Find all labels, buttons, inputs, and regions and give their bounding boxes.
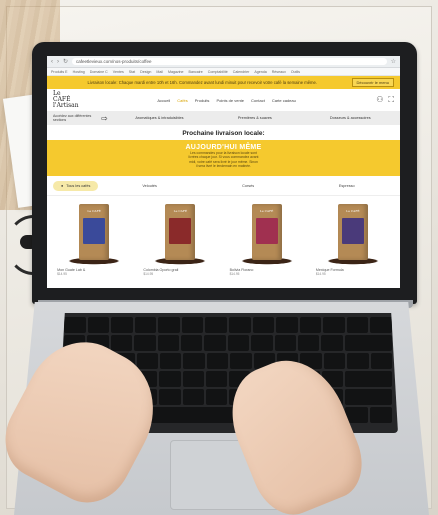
bookmark-item[interactable]: Stat: [129, 70, 135, 74]
product-card[interactable]: Le CAFÉ Mexique Formula $14.95: [316, 204, 390, 276]
menu-item[interactable]: Carte cadeau: [272, 98, 296, 103]
coffee-bean-icon: ●: [61, 183, 64, 188]
bookmark-item[interactable]: Ventes: [113, 70, 124, 74]
menu-item[interactable]: Contact: [251, 98, 265, 103]
menu-item[interactable]: Accueil: [157, 98, 170, 103]
product-card[interactable]: Le CAFÉ Mon Guate Lab & $14.95: [57, 204, 131, 276]
section-link-3[interactable]: Dosseurs & accessoires: [307, 116, 394, 120]
coffee-bag-image[interactable]: Le CAFÉ: [251, 204, 282, 260]
photo-scene: ‹ › ↻ cafeetlevieux.com/nos-produits/cof…: [0, 0, 438, 515]
bookmark-item[interactable]: Outils: [291, 70, 300, 74]
bag-brand: Le CAFÉ: [259, 209, 274, 213]
filter-all-coffees[interactable]: ● Tous les cafés: [53, 180, 99, 191]
bag-label: [169, 218, 192, 244]
product-price: $14.95: [57, 272, 67, 276]
announcement-text: Livraison locale: Chaque mardi entre 10h…: [87, 80, 318, 85]
bookmark-item[interactable]: Magazine: [168, 70, 184, 74]
bookmark-item[interactable]: Domaine C: [90, 70, 108, 74]
filter-espresso[interactable]: Espresso: [299, 184, 394, 188]
bag-label: [83, 218, 106, 244]
site-header: Le CAFÉ l'Artisan Accueil Cafés Produits Po…: [47, 89, 400, 111]
product-price: $14.95: [143, 272, 154, 276]
filter-velvety[interactable]: Veloutés: [102, 184, 197, 188]
bag-brand: Le CAFÉ: [87, 209, 101, 213]
filter-strong[interactable]: Corsés: [201, 184, 296, 188]
section-nav: Accédez aux différentes sections ⇨ Aroma…: [47, 111, 400, 125]
menu-item[interactable]: Cafés: [177, 98, 187, 103]
bookmark-item[interactable]: Réseaux: [272, 70, 286, 74]
discover-menu-button[interactable]: Découvrir le menu: [351, 78, 394, 87]
user-icon[interactable]: ⚇: [376, 95, 383, 105]
delivery-banner: AUJOURD'HUI MÊME Les commandes pour la l…: [47, 140, 400, 176]
arrow-right-icon: ⇨: [101, 113, 108, 123]
delivery-line: il sera livré le lendemain en matinée.: [195, 163, 252, 168]
menu-item[interactable]: Points de vente: [216, 98, 244, 103]
star-icon[interactable]: ☆: [391, 58, 396, 65]
bookmark-item[interactable]: Produits E: [51, 70, 68, 74]
address-bar[interactable]: cafeetlevieux.com/nos-produits/coffee: [72, 58, 387, 65]
section-link-1[interactable]: Aromatiques & intraduisibles: [116, 116, 203, 120]
bag-brand: Le CAFÉ: [173, 209, 188, 213]
product-price: $14.95: [229, 272, 240, 276]
site-logo[interactable]: Le CAFÉ l'Artisan: [53, 91, 79, 109]
back-icon[interactable]: ‹: [51, 59, 53, 65]
bag-label: [341, 218, 364, 244]
coffee-bag-image[interactable]: Le CAFÉ: [337, 204, 368, 260]
bag-brand: Le CAFÉ: [346, 209, 360, 213]
forward-icon[interactable]: ›: [57, 59, 59, 65]
bookmark-item[interactable]: Agenda: [254, 70, 266, 74]
product-price: $14.95: [315, 272, 326, 276]
header-icons: ⚇ ⛶: [376, 95, 394, 105]
announcement-bar: Livraison locale: Chaque mardi entre 10h…: [47, 76, 400, 89]
bag-label: [255, 218, 278, 244]
section-nav-note: Accédez aux différentes sections: [53, 114, 92, 122]
bookmark-item[interactable]: Comptabilité: [208, 70, 228, 74]
browser-toolbar: ‹ › ↻ cafeetlevieux.com/nos-produits/cof…: [47, 56, 400, 68]
bookmark-item[interactable]: Mail: [156, 70, 163, 74]
bookmark-item[interactable]: Hosting: [73, 70, 85, 74]
filter-bar: ● Tous les cafés Veloutés Corsés Espress…: [47, 176, 400, 196]
product-grid: Le CAFÉ Mon Guate Lab & $14.95 Le CAFÉ Colom…: [47, 196, 400, 276]
delivery-banner-title: AUJOURD'HUI MÊME: [185, 144, 262, 151]
bookmark-item[interactable]: Bancaire: [189, 70, 203, 74]
bookmark-item[interactable]: Design: [140, 70, 151, 74]
cart-icon[interactable]: ⛶: [388, 95, 394, 105]
main-menu: Accueil Cafés Produits Points de vente Conta…: [83, 98, 370, 103]
coffee-bag-image[interactable]: Le CAFÉ: [165, 204, 196, 260]
menu-item[interactable]: Produits: [195, 98, 210, 103]
bookmarks-bar: Produits E Hosting Domaine C Ventes Stat Desi…: [47, 68, 400, 76]
laptop-screen: ‹ › ↻ cafeetlevieux.com/nos-produits/cof…: [47, 56, 400, 288]
section-link-2[interactable]: Premières & suaves: [211, 116, 298, 120]
bookmark-item[interactable]: Calendrier: [233, 70, 250, 74]
coffee-bag-image[interactable]: Le CAFÉ: [79, 204, 110, 260]
delivery-title: Prochaine livraison locale:: [182, 130, 265, 137]
reload-icon[interactable]: ↻: [63, 58, 68, 65]
product-card[interactable]: Le CAFÉ Colombia Oporto grail $14.95: [143, 204, 217, 276]
logo-line-2: l'Artisan: [53, 102, 79, 109]
filter-all-label: Tous les cafés: [66, 183, 91, 188]
product-card[interactable]: Le CAFÉ Bolivia Fiorano $14.95: [230, 204, 304, 276]
